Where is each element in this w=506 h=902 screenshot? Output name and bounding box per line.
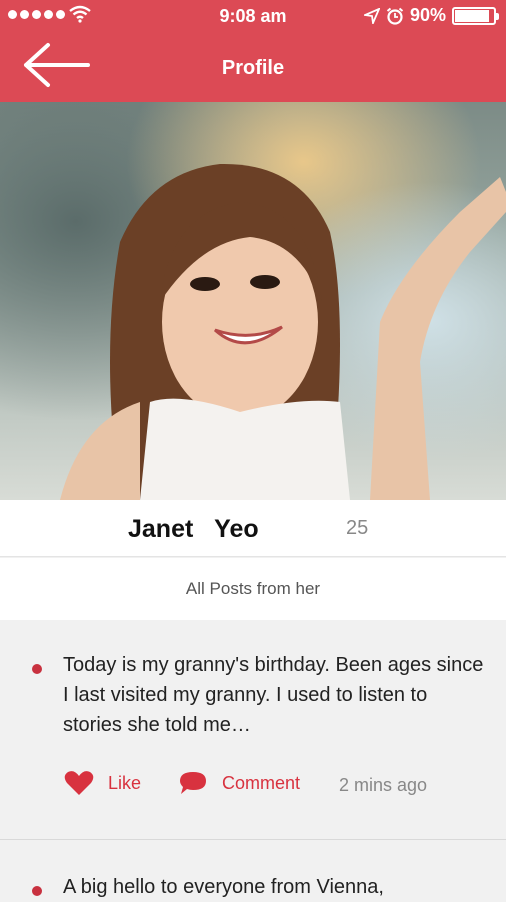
status-bar: 9:08 am 90% — [0, 0, 506, 34]
post-timestamp: 2 mins ago — [339, 775, 428, 795]
post-item: A big hello to everyone from Vienna, — [0, 840, 506, 900]
like-label: Like — [108, 772, 142, 793]
post-bullet — [32, 886, 42, 896]
app-header: 9:08 am 90% Profile — [0, 0, 506, 102]
alarm-icon — [386, 7, 404, 25]
heart-icon — [64, 771, 94, 795]
post-actions: Like Comment 2 mins ago — [0, 770, 506, 804]
comment-button[interactable]: Comment — [178, 770, 300, 796]
battery-icon — [452, 6, 499, 25]
posts-header: All Posts from her — [0, 558, 506, 620]
first-name: Janet — [128, 515, 194, 543]
profile-name: Janet Yeo — [128, 515, 259, 544]
like-button[interactable]: Like — [64, 770, 141, 796]
post-bullet — [32, 664, 42, 674]
profile-name-bar: Janet Yeo 25 — [0, 500, 506, 557]
profile-photo — [0, 102, 506, 500]
battery-percent: 90% — [409, 5, 446, 25]
post-item: Today is my granny's birthday. Been ages… — [0, 620, 506, 840]
page-title: Profile — [221, 57, 285, 79]
comment-bubble-icon — [180, 772, 206, 794]
comment-label: Comment — [222, 772, 301, 793]
profile-age: 25 — [346, 517, 369, 539]
post-text: Today is my granny's birthday. Been ages… — [63, 654, 484, 736]
last-name: Yeo — [214, 515, 259, 543]
post-text: A big hello to everyone from Vienna, — [63, 876, 384, 898]
location-icon — [363, 7, 380, 24]
